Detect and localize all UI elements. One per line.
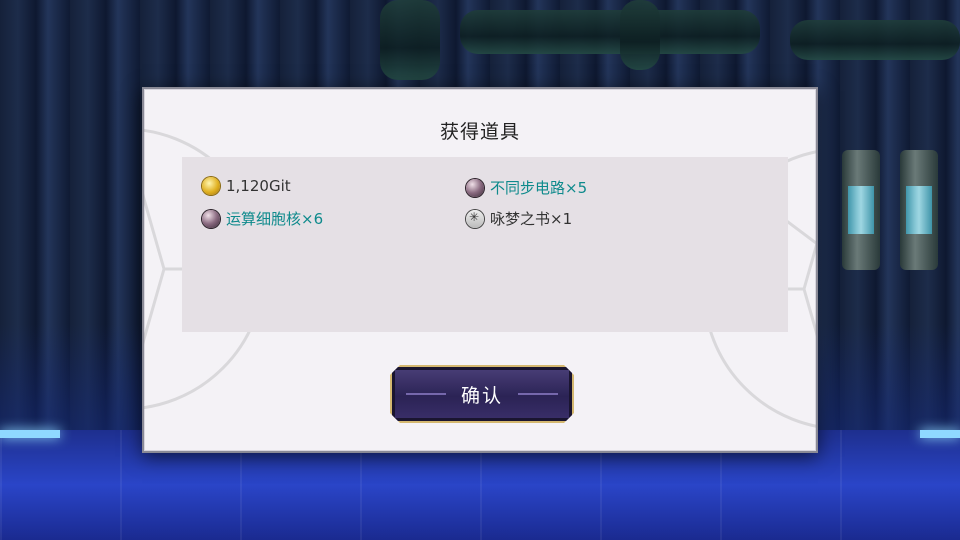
reward-item-label: 咏梦之书×1 [490, 210, 573, 228]
reward-item-computing-nucleus: 运算细胞核×6 [202, 208, 323, 229]
reward-list-panel: 1,120Git 不同步电路×5 运算细胞核×6 咏梦之书×1 [182, 157, 788, 332]
reward-item-label: 不同步电路×5 [490, 179, 588, 197]
item-reward-dialog: 获得道具 1,120Git 不同步电路×5 运算细胞核×6 咏梦之书×1 确认 [142, 87, 818, 453]
reward-item-async-circuit: 不同步电路×5 [466, 177, 587, 198]
reward-item-git: 1,120Git [202, 177, 291, 195]
reward-item-label: 运算细胞核×6 [226, 210, 324, 228]
confirm-button[interactable]: 确认 [390, 365, 574, 423]
coin-icon [202, 177, 220, 195]
book-icon [466, 209, 484, 228]
reward-item-label: 1,120Git [226, 177, 291, 195]
reward-item-dream-book: 咏梦之书×1 [466, 208, 572, 229]
purple-orb-icon [202, 209, 220, 228]
purple-orb-icon [466, 178, 484, 197]
dialog-title: 获得道具 [439, 121, 520, 143]
